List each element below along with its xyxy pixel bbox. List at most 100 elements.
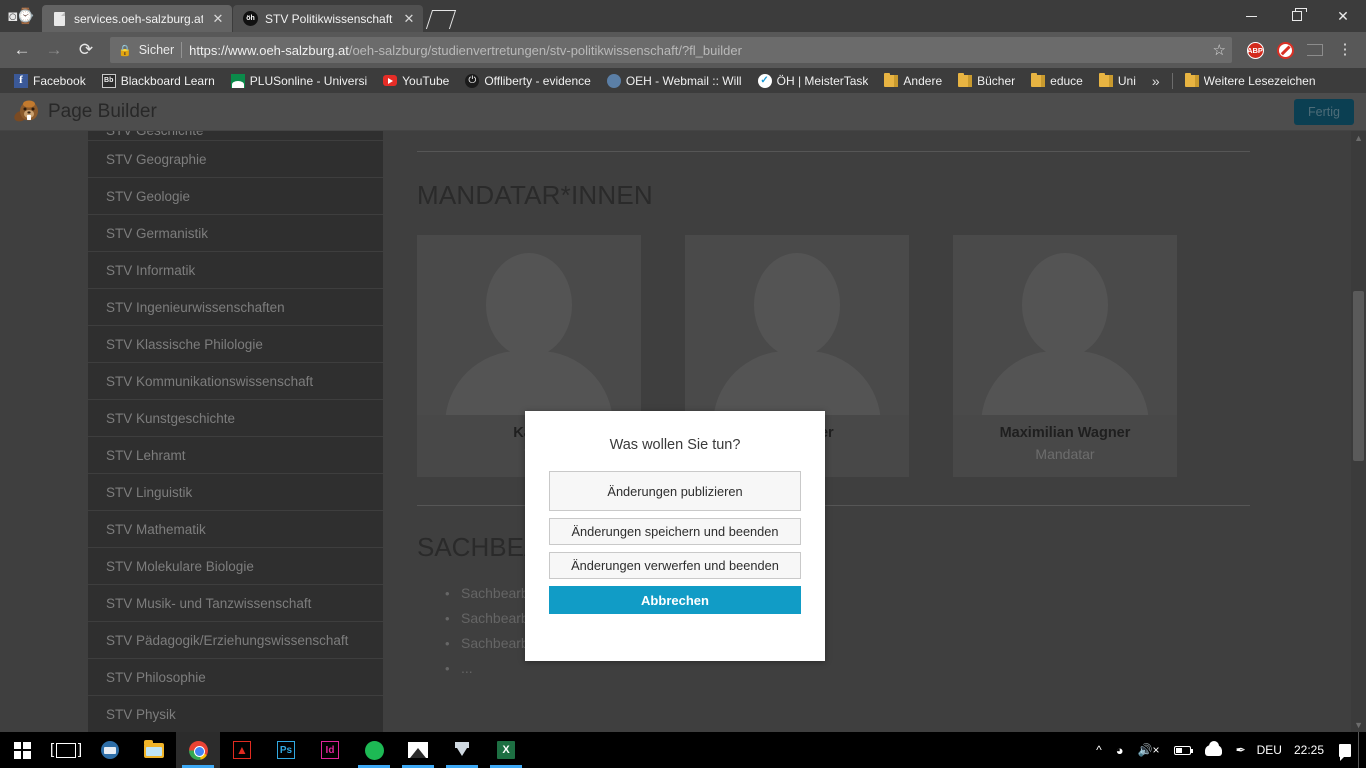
speaker-muted-icon[interactable]: 🔊× — [1131, 732, 1167, 768]
wifi-icon[interactable]: ◕ — [1109, 732, 1131, 768]
mandatar-caption: Maximilian Wagner Mandatar — [953, 415, 1177, 477]
beaver-logo-icon — [12, 98, 42, 126]
language-indicator[interactable]: DEU — [1253, 743, 1286, 757]
tab-strip: ◙⌚ services.oeh-salzburg.at ✕ öh STV Pol… — [0, 0, 1366, 32]
bookmark-more-folder[interactable]: Weitere Lesezeichen — [1177, 70, 1324, 92]
system-tray: ^ ◕ 🔊× ✒ DEU 22:25 — [1089, 732, 1366, 768]
security-label: Sicher — [138, 43, 175, 57]
spotify-icon[interactable] — [352, 732, 396, 768]
facebook-icon: f — [14, 73, 28, 88]
done-button[interactable]: Fertig — [1294, 98, 1354, 125]
sidebar-item-stv-kunstgeschichte[interactable]: STV Kunstgeschichte — [88, 400, 383, 437]
cancel-button[interactable]: Abbrechen — [549, 586, 801, 614]
bookmark-plusonline[interactable]: PLUSonline - Universi — [223, 70, 375, 92]
mandatar-card[interactable]: Maximilian Wagner Mandatar — [953, 235, 1177, 477]
bookmark-label: educe — [1050, 73, 1083, 88]
bookmark-folder-buecher[interactable]: Bücher — [950, 70, 1023, 92]
chrome-icon[interactable] — [176, 732, 220, 768]
bookmark-label: YouTube — [402, 73, 450, 88]
bookmark-meistertask[interactable]: ✓ ÖH | MeisterTask — [750, 70, 877, 92]
sidebar-item-stv-geschichte[interactable]: STV Geschichte — [88, 131, 383, 141]
confirm-dialog: Was wollen Sie tun? Änderungen publizier… — [525, 411, 825, 661]
file-explorer-icon[interactable] — [132, 732, 176, 768]
photoshop-icon[interactable]: Ps — [264, 732, 308, 768]
page-body: STV Geschichte STV Geographie STV Geolog… — [0, 131, 1366, 732]
sidebar-item-stv-geographie[interactable]: STV Geographie — [88, 141, 383, 178]
bookmark-folder-uni[interactable]: Uni — [1091, 70, 1144, 92]
bookmark-label: Bücher — [977, 73, 1016, 88]
browser-tab-1[interactable]: services.oeh-salzburg.at ✕ — [42, 5, 232, 32]
bookmark-youtube[interactable]: YouTube — [375, 70, 457, 92]
chevron-up-icon[interactable]: ^ — [1089, 732, 1109, 768]
tab-close-icon[interactable]: ✕ — [401, 11, 417, 27]
mail-icon[interactable] — [88, 732, 132, 768]
excel-icon[interactable]: X — [484, 732, 528, 768]
scroll-down-icon[interactable]: ▼ — [1354, 720, 1363, 730]
check-circle-icon: ✓ — [757, 73, 772, 88]
browser-tab-2[interactable]: öh STV Politikwissenschaft - ✕ — [233, 5, 423, 32]
adblock-plus-icon[interactable]: ABP — [1242, 37, 1268, 63]
sidebar-item-stv-philosophie[interactable]: STV Philosophie — [88, 659, 383, 696]
lock-icon: 🔒 — [118, 44, 132, 57]
bookmark-offliberty[interactable]: ⏻ Offliberty - evidence — [457, 70, 599, 92]
sidebar-item-stv-informatik[interactable]: STV Informatik — [88, 252, 383, 289]
bookmarks-overflow-icon[interactable]: » — [1144, 73, 1168, 89]
sidebar-item-stv-germanistik[interactable]: STV Germanistik — [88, 215, 383, 252]
download-icon[interactable] — [440, 732, 484, 768]
folder-icon — [1098, 72, 1113, 88]
tab-close-icon[interactable]: ✕ — [210, 11, 226, 27]
save-and-exit-button[interactable]: Änderungen speichern und beenden — [549, 518, 801, 545]
reload-icon[interactable]: ⟳ — [72, 36, 100, 64]
cast-icon[interactable] — [1302, 37, 1328, 63]
sidebar-item-stv-linguistik[interactable]: STV Linguistik — [88, 474, 383, 511]
task-view-icon[interactable] — [44, 732, 88, 768]
publish-changes-button[interactable]: Änderungen publizieren — [549, 471, 801, 511]
page-scrollbar[interactable]: ▲ ▼ — [1351, 131, 1366, 732]
pen-icon[interactable]: ✒ — [1229, 732, 1253, 768]
sidebar-item-stv-ingenieurwissenschaften[interactable]: STV Ingenieurwissenschaften — [88, 289, 383, 326]
three-dot-menu-icon[interactable]: ⋮ — [1332, 37, 1358, 63]
photos-icon[interactable] — [396, 732, 440, 768]
plusonline-icon — [230, 73, 245, 88]
mandatare-heading: MANDATAR*INNEN — [417, 180, 653, 210]
clock[interactable]: 22:25 — [1286, 743, 1332, 757]
sidebar-item-stv-musik-und-tanzwissenschaft[interactable]: STV Musik- und Tanzwissenschaft — [88, 585, 383, 622]
star-icon[interactable]: ☆ — [1213, 41, 1226, 59]
forward-arrow-icon[interactable]: → — [40, 36, 68, 64]
mandatar-name: Maximilian Wagner — [999, 425, 1131, 441]
folder-icon — [1031, 72, 1046, 88]
sidebar-item-stv-mathematik[interactable]: STV Mathematik — [88, 511, 383, 548]
sidebar-item-stv-paedagogik-erziehungswissenschaft[interactable]: STV Pädagogik/Erziehungswissenschaft — [88, 622, 383, 659]
bookmark-blackboard-learn[interactable]: Bb Blackboard Learn — [94, 70, 223, 92]
sidebar-item-stv-klassische-philologie[interactable]: STV Klassische Philologie — [88, 326, 383, 363]
back-arrow-icon[interactable]: ← — [8, 36, 36, 64]
minimize-icon[interactable] — [1228, 0, 1274, 32]
windows-taskbar: ▲ Ps Id X ^ ◕ 🔊× ✒ DEU 22:25 — [0, 732, 1366, 768]
bookmark-facebook[interactable]: f Facebook — [6, 70, 94, 92]
onedrive-icon[interactable] — [1198, 732, 1229, 768]
battery-icon[interactable] — [1167, 732, 1198, 768]
notification-icon[interactable] — [1332, 732, 1358, 768]
discard-and-exit-button[interactable]: Änderungen verwerfen und beenden — [549, 552, 801, 579]
new-tab-button[interactable] — [427, 8, 455, 30]
maximize-icon[interactable] — [1274, 0, 1320, 32]
address-bar[interactable]: 🔒 Sicher https://www.oeh-salzburg.at/oeh… — [110, 37, 1232, 63]
bookmark-folder-andere[interactable]: Andere — [876, 70, 950, 92]
show-desktop-button[interactable] — [1358, 732, 1364, 768]
sidebar-item-stv-physik[interactable]: STV Physik — [88, 696, 383, 732]
sidebar-item-stv-molekulare-biologie[interactable]: STV Molekulare Biologie — [88, 548, 383, 585]
sidebar-item-stv-kommunikationswissenschaft[interactable]: STV Kommunikationswissenschaft — [88, 363, 383, 400]
bookmark-folder-educe[interactable]: educe — [1023, 70, 1091, 92]
close-icon[interactable]: ✕ — [1320, 0, 1366, 32]
windows-start-icon[interactable] — [0, 732, 44, 768]
scroll-up-icon[interactable]: ▲ — [1354, 133, 1363, 143]
acrobat-icon[interactable]: ▲ — [220, 732, 264, 768]
bookmark-oeh-webmail[interactable]: OEH - Webmail :: Will — [599, 70, 750, 92]
sidebar-item-stv-lehramt[interactable]: STV Lehramt — [88, 437, 383, 474]
section-divider-top — [417, 151, 1250, 152]
blackboard-icon: Bb — [101, 73, 116, 88]
no-entry-icon[interactable] — [1272, 37, 1298, 63]
sidebar-item-stv-geologie[interactable]: STV Geologie — [88, 178, 383, 215]
indesign-icon[interactable]: Id — [308, 732, 352, 768]
scrollbar-thumb[interactable] — [1353, 291, 1364, 461]
